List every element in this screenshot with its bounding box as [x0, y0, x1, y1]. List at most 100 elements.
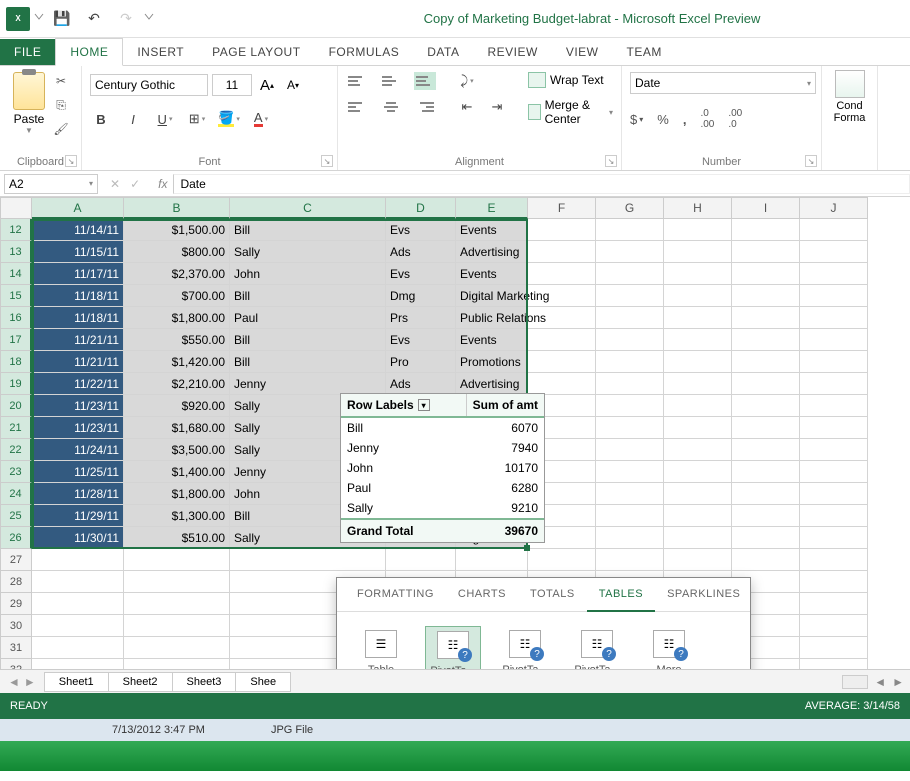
row-header[interactable]: 28	[0, 571, 32, 593]
cell[interactable]	[732, 483, 800, 505]
pivot-filter-icon[interactable]: ▾	[418, 399, 430, 411]
underline-button[interactable]: U▾	[154, 110, 176, 128]
cell[interactable]	[528, 351, 596, 373]
cell[interactable]	[124, 593, 230, 615]
cell[interactable]	[800, 241, 868, 263]
cell[interactable]	[732, 505, 800, 527]
cell[interactable]: Advertising	[456, 373, 528, 395]
number-format-select[interactable]: Date▾	[630, 72, 816, 94]
align-middle-button[interactable]	[380, 72, 402, 90]
cell[interactable]: 11/29/11	[32, 505, 124, 527]
accounting-format-button[interactable]: $▾	[630, 108, 643, 130]
border-button[interactable]: ⊞▾	[186, 110, 208, 128]
cell[interactable]	[596, 373, 664, 395]
italic-button[interactable]: I	[122, 110, 144, 128]
cell[interactable]: 11/15/11	[32, 241, 124, 263]
merge-center-button[interactable]: Merge & Center▾	[528, 98, 613, 126]
cell[interactable]: $510.00	[124, 527, 230, 549]
cell[interactable]	[664, 483, 732, 505]
cell[interactable]	[664, 329, 732, 351]
cell[interactable]	[732, 241, 800, 263]
sheet-nav-next[interactable]: ►	[24, 675, 36, 689]
cell[interactable]	[800, 285, 868, 307]
col-header-I[interactable]: I	[732, 197, 800, 219]
row-header[interactable]: 25	[0, 505, 32, 527]
tab-pagelayout[interactable]: PAGE LAYOUT	[198, 39, 314, 65]
sheet-tab-1[interactable]: Sheet1	[44, 672, 109, 692]
row-header[interactable]: 21	[0, 417, 32, 439]
cell[interactable]: $700.00	[124, 285, 230, 307]
row-header[interactable]: 26	[0, 527, 32, 549]
cell[interactable]	[456, 549, 528, 571]
cell[interactable]: 11/21/11	[32, 351, 124, 373]
tab-formulas[interactable]: FORMULAS	[315, 39, 414, 65]
cell[interactable]	[596, 439, 664, 461]
cell[interactable]	[800, 549, 868, 571]
col-header-E[interactable]: E	[456, 197, 528, 219]
cell[interactable]: $3,500.00	[124, 439, 230, 461]
cell[interactable]	[664, 527, 732, 549]
tab-home[interactable]: HOME	[55, 38, 123, 66]
cell[interactable]	[528, 263, 596, 285]
cell[interactable]: Prs	[386, 307, 456, 329]
align-center-button[interactable]	[380, 98, 402, 116]
cell[interactable]	[664, 417, 732, 439]
qa-tab-sparklines[interactable]: SPARKLINES	[655, 578, 752, 611]
comma-button[interactable]: ,	[683, 108, 687, 130]
sheet-tab-3[interactable]: Sheet3	[172, 672, 237, 692]
cell[interactable]	[800, 505, 868, 527]
cell[interactable]: Bill	[230, 329, 386, 351]
cell[interactable]	[664, 241, 732, 263]
cell[interactable]	[732, 285, 800, 307]
row-header[interactable]: 24	[0, 483, 32, 505]
cell[interactable]: John	[230, 263, 386, 285]
cell[interactable]	[800, 659, 868, 669]
increase-decimal-button[interactable]: .0.00	[700, 108, 714, 130]
cell[interactable]	[664, 219, 732, 241]
cell[interactable]: Events	[456, 329, 528, 351]
cell[interactable]: $550.00	[124, 329, 230, 351]
cell[interactable]: Jenny	[230, 373, 386, 395]
cell[interactable]	[528, 241, 596, 263]
tab-review[interactable]: REVIEW	[473, 39, 551, 65]
cell[interactable]: Bill	[230, 219, 386, 241]
cell[interactable]	[800, 307, 868, 329]
cell[interactable]	[528, 329, 596, 351]
cell[interactable]: Advertising	[456, 241, 528, 263]
cell[interactable]	[732, 219, 800, 241]
cell[interactable]	[800, 461, 868, 483]
cell[interactable]	[596, 417, 664, 439]
row-header[interactable]: 32	[0, 659, 32, 669]
cell[interactable]: $800.00	[124, 241, 230, 263]
tab-insert[interactable]: INSERT	[123, 39, 198, 65]
cell[interactable]: Evs	[386, 263, 456, 285]
row-header[interactable]: 30	[0, 615, 32, 637]
cell[interactable]	[528, 219, 596, 241]
cell[interactable]	[732, 549, 800, 571]
cell[interactable]	[664, 263, 732, 285]
row-header[interactable]: 14	[0, 263, 32, 285]
font-name-input[interactable]	[90, 74, 208, 96]
align-bottom-button[interactable]	[414, 72, 436, 90]
cell[interactable]	[664, 307, 732, 329]
cell[interactable]	[800, 615, 868, 637]
grow-font-button[interactable]: A▴	[256, 74, 278, 96]
cell[interactable]: 11/14/11	[32, 219, 124, 241]
col-header-C[interactable]: C	[230, 197, 386, 219]
cell[interactable]: Digital Marketing	[456, 285, 528, 307]
cell[interactable]: 11/23/11	[32, 395, 124, 417]
cell[interactable]	[732, 527, 800, 549]
cell[interactable]: $1,300.00	[124, 505, 230, 527]
row-header[interactable]: 27	[0, 549, 32, 571]
cell[interactable]	[732, 351, 800, 373]
conditional-formatting-icon[interactable]	[835, 70, 865, 98]
cell[interactable]: Evs	[386, 329, 456, 351]
cell[interactable]	[596, 461, 664, 483]
row-header[interactable]: 29	[0, 593, 32, 615]
col-header-F[interactable]: F	[528, 197, 596, 219]
qa-item-pivot3[interactable]: ☷PivotTa...	[569, 626, 625, 669]
cell[interactable]	[800, 219, 868, 241]
row-header[interactable]: 16	[0, 307, 32, 329]
row-header[interactable]: 15	[0, 285, 32, 307]
align-left-button[interactable]	[346, 98, 368, 116]
